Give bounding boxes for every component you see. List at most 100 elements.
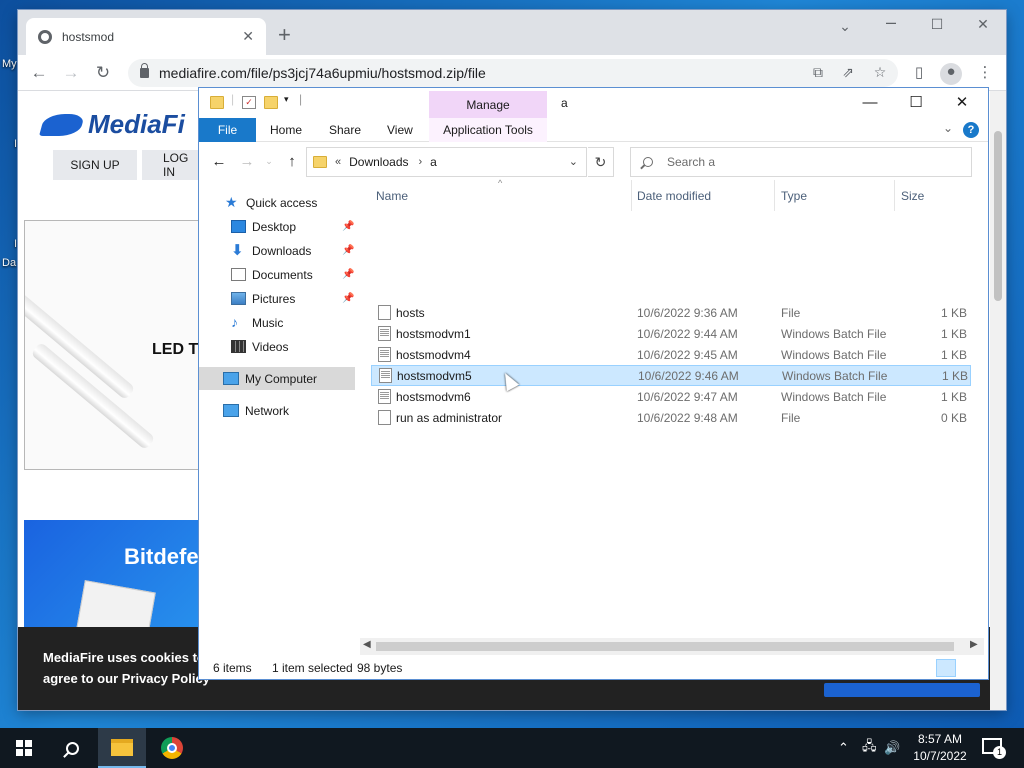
column-divider[interactable] [894, 180, 895, 211]
minimize-button[interactable]: – [876, 12, 906, 33]
column-size[interactable]: Size [901, 189, 924, 203]
url-text[interactable]: mediafire.com/file/ps3jcj74a6upmiu/hosts… [159, 65, 486, 81]
nav-desktop[interactable]: Desktop 📌 [199, 215, 355, 238]
column-divider[interactable] [774, 180, 775, 211]
back-button[interactable]: ← [26, 61, 52, 87]
nav-videos[interactable]: Videos [199, 335, 355, 358]
nav-pictures[interactable]: Pictures 📌 [199, 287, 355, 310]
tab-file[interactable]: File [199, 118, 256, 142]
horizontal-scrollbar[interactable]: ◀ ▶ [360, 638, 984, 655]
desktop-icon-label[interactable]: I [14, 238, 17, 250]
nav-my-computer[interactable]: My Computer [199, 367, 355, 390]
tab-search-icon[interactable]: ⌄ [830, 18, 860, 35]
desktop-icon-label[interactable]: My [2, 58, 17, 70]
up-button[interactable]: ↑ [282, 153, 302, 170]
share-icon[interactable]: ⇗ [838, 64, 858, 82]
chrome-taskbar-button[interactable] [148, 728, 196, 768]
browser-tab[interactable]: hostsmod ✕ [26, 18, 266, 55]
breadcrumb-downloads[interactable]: Downloads [349, 155, 408, 169]
search-input[interactable] [667, 155, 947, 169]
nav-documents[interactable]: Documents 📌 [199, 263, 355, 286]
breadcrumb-a[interactable]: a [430, 155, 437, 169]
address-bar[interactable]: mediafire.com/file/ps3jcj74a6upmiu/hosts… [128, 59, 898, 87]
maximize-button[interactable]: ☐ [893, 92, 939, 114]
table-row[interactable]: run as administrator 10/6/2022 9:48 AM F… [371, 407, 971, 428]
pin-icon[interactable]: 📌 [342, 269, 354, 280]
table-row[interactable]: hostsmodvm4 10/6/2022 9:45 AM Windows Ba… [371, 344, 971, 365]
nav-quick-access[interactable]: ★ Quick access [199, 191, 355, 214]
page-scrollbar[interactable] [990, 91, 1006, 710]
desktop-icon-label[interactable]: I [14, 138, 17, 150]
profile-avatar-icon[interactable]: ● [940, 63, 962, 85]
tab-view[interactable]: View [387, 118, 413, 142]
table-row-selected[interactable]: hostsmodvm5 10/6/2022 9:46 AM Windows Ba… [371, 365, 971, 386]
column-divider[interactable] [631, 180, 632, 211]
mediafire-logo[interactable]: MediaFi [39, 109, 185, 140]
customize-quick-access-icon[interactable]: ▾ [284, 94, 289, 105]
blocked-popup-icon[interactable]: ⧉ [808, 64, 828, 82]
forward-button[interactable]: → [237, 153, 257, 170]
chevron-right-icon[interactable]: › [419, 156, 423, 168]
nav-music[interactable]: ♪ Music [199, 311, 355, 334]
file-explorer-taskbar-button[interactable] [98, 728, 146, 768]
cookie-accept-button[interactable] [824, 683, 980, 697]
close-window-button[interactable]: ✕ [968, 16, 998, 33]
system-clock[interactable]: 8:57 AM 10/7/2022 [905, 731, 975, 765]
notification-count-badge: 1 [993, 746, 1006, 759]
help-icon[interactable]: ? [963, 122, 979, 138]
tab-title: hostsmod [62, 29, 115, 44]
show-hidden-icons-icon[interactable]: ⌃ [838, 728, 849, 768]
maximize-button[interactable]: ☐ [922, 16, 952, 33]
minimize-button[interactable]: — [847, 92, 893, 114]
nav-downloads[interactable]: ⬇ Downloads 📌 [199, 239, 355, 262]
menu-kebab-icon[interactable]: ⋮ [974, 63, 996, 85]
manage-contextual-tab[interactable]: Manage [429, 91, 547, 118]
nav-network[interactable]: Network [199, 399, 355, 422]
network-status-icon[interactable]: 🖧 [862, 728, 877, 768]
pin-icon[interactable]: 📌 [342, 293, 354, 304]
scroll-left-arrow-icon[interactable]: ◀ [363, 639, 371, 650]
expand-ribbon-icon[interactable]: ⌄ [943, 121, 953, 135]
table-row[interactable]: hostsmodvm1 10/6/2022 9:44 AM Windows Ba… [371, 323, 971, 344]
close-tab-icon[interactable]: ✕ [242, 28, 254, 45]
new-folder-icon[interactable] [264, 96, 278, 109]
breadcrumb-overflow-icon[interactable]: « [335, 156, 341, 168]
search-button[interactable] [48, 728, 96, 768]
signup-button[interactable]: SIGN UP [53, 150, 137, 180]
new-tab-button[interactable]: + [278, 24, 291, 46]
desktop-icon-label[interactable]: Da [2, 257, 16, 269]
tab-home[interactable]: Home [270, 118, 302, 142]
scrollbar-thumb[interactable] [376, 642, 954, 651]
recent-locations-icon[interactable]: ⌄ [259, 156, 279, 167]
scrollbar-thumb[interactable] [994, 131, 1002, 301]
refresh-button[interactable]: ↻ [588, 147, 614, 177]
details-view-button[interactable] [936, 659, 956, 677]
address-bar[interactable]: « Downloads › a ⌄ [306, 147, 587, 177]
chevron-down-icon[interactable]: ⌄ [569, 155, 578, 168]
table-row[interactable]: hosts 10/6/2022 9:36 AM File 1 KB [371, 302, 971, 323]
scroll-right-arrow-icon[interactable]: ▶ [970, 639, 978, 650]
bookmark-star-icon[interactable]: ☆ [870, 64, 890, 82]
reload-button[interactable]: ↻ [90, 61, 116, 87]
start-button[interactable] [0, 728, 48, 768]
close-button[interactable]: ✕ [939, 92, 985, 114]
forward-button[interactable]: → [58, 61, 84, 87]
properties-icon[interactable]: ✓ [242, 96, 256, 109]
column-name[interactable]: Name [376, 189, 408, 203]
back-button[interactable]: ← [209, 153, 229, 170]
table-row[interactable]: hostsmodvm6 10/6/2022 9:47 AM Windows Ba… [371, 386, 971, 407]
pin-icon[interactable]: 📌 [342, 245, 354, 256]
pin-icon[interactable]: 📌 [342, 221, 354, 232]
login-button[interactable]: LOG IN [142, 150, 198, 180]
large-icons-view-button[interactable] [958, 659, 978, 677]
tab-share[interactable]: Share [329, 118, 361, 142]
side-panel-icon[interactable]: ▯ [908, 63, 930, 85]
tab-application-tools[interactable]: Application Tools [429, 118, 547, 142]
led-ad-banner[interactable]: LED T [24, 220, 204, 470]
volume-icon[interactable]: 🔊 [884, 728, 900, 768]
column-date-modified[interactable]: Date modified [637, 189, 711, 203]
lock-icon[interactable] [140, 63, 149, 78]
search-box[interactable] [630, 147, 972, 177]
explorer-titlebar[interactable]: | ✓ ▾ | Manage a — ☐ ✕ [199, 88, 988, 118]
column-type[interactable]: Type [781, 189, 807, 203]
